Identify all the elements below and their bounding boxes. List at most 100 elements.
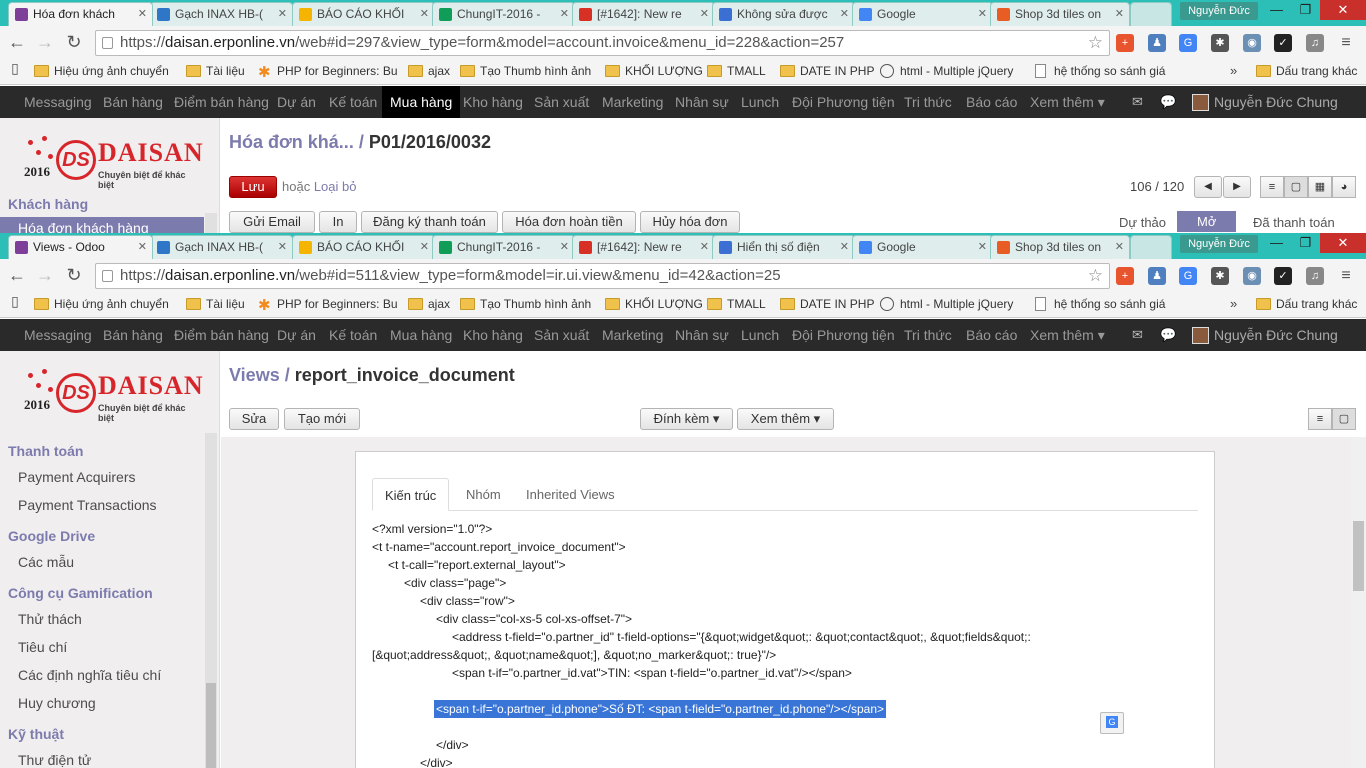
avatar[interactable] [1192,327,1209,344]
sidebar-item[interactable]: Thử thách [18,611,82,627]
action-button-5[interactable]: Hủy hóa đơn [640,211,740,233]
bookmark-item[interactable]: KHỐI LƯỢNG [605,64,703,78]
tab-close-icon[interactable]: ✕ [700,7,709,20]
tab-close-icon[interactable]: ✕ [278,240,287,253]
browser-tab[interactable]: Google ✕ [852,2,993,26]
extension-translate-icon[interactable]: G [1179,34,1197,52]
tab-close-icon[interactable]: ✕ [1115,240,1124,253]
apps-icon[interactable]: ▯ [4,293,26,310]
page-scroll-thumb[interactable] [1353,521,1364,591]
menu-8[interactable]: Sản xuất [526,319,597,351]
sidebar-section[interactable]: Kỹ thuật [8,726,64,742]
reload-icon[interactable]: ↻ [63,265,85,286]
browser-tab[interactable]: BÁO CÁO KHỐI ✕ [292,2,435,26]
browser-tab[interactable]: ChungIT-2016 - ✕ [432,2,575,26]
avatar[interactable] [1192,94,1209,111]
tab-close-icon[interactable]: ✕ [840,240,849,253]
bookmark-item[interactable]: KHỐI LƯỢNG [605,297,703,311]
sidebar-item[interactable]: Thư điện tử [18,752,91,768]
bookmark-item[interactable]: hệ thống so sánh giá [1034,64,1165,78]
menu-5[interactable]: Kế toán [321,86,385,118]
sidebar-section[interactable]: Công cụ Gamification [8,585,153,601]
extension-camera-icon[interactable]: ◉ [1243,267,1261,285]
tab-close-icon[interactable]: ✕ [560,240,569,253]
bookmark-item[interactable]: Hiệu ứng ảnh chuyển [34,64,169,78]
attachment-dropdown[interactable]: Đính kèm ▾ [640,408,733,430]
more-dropdown[interactable]: Xem thêm ▾ [737,408,834,430]
sidebar-item[interactable]: Các định nghĩa tiêu chí [18,667,161,683]
bookmark-item[interactable]: Tạo Thumb hình ảnh [460,64,591,78]
extension-check-icon[interactable]: ✓ [1274,267,1292,285]
bookmark-item[interactable]: ajax [408,297,450,311]
browser-tab[interactable]: Google ✕ [852,235,993,259]
back-icon[interactable]: ← [6,265,28,286]
menu-3[interactable]: Điểm bán hàng [166,86,277,118]
extension-plus-icon[interactable]: + [1116,34,1134,52]
sidebar-item-customer-invoices[interactable]: Hóa đơn khách hàng [0,217,204,233]
menu-7[interactable]: Kho hàng [455,319,531,351]
mail-icon[interactable]: ✉ [1132,327,1143,343]
menu-13[interactable]: Tri thức [896,319,960,351]
tab-2[interactable]: Nhóm [454,478,513,511]
mail-icon[interactable]: ✉ [1132,94,1143,110]
bookmark-other[interactable]: Dấu trang khác [1256,64,1357,78]
extension-person-icon[interactable]: ♟ [1148,267,1166,285]
window-profile-badge[interactable]: Nguyễn Đức [1180,2,1258,20]
bookmark-other[interactable]: Dấu trang khác [1256,297,1357,311]
form-view-icon[interactable]: ▢ [1284,176,1308,198]
stage-3[interactable]: Đã thanh toán [1253,215,1335,230]
sidebar-section-customers[interactable]: Khách hàng [8,196,88,212]
sidebar-item[interactable]: Payment Acquirers [18,469,136,485]
extension-person-icon[interactable]: ♟ [1148,34,1166,52]
graph-view-icon[interactable]: ◕ [1332,176,1356,198]
menu-8[interactable]: Sản xuất [526,86,597,118]
menu-10[interactable]: Nhân sự [667,86,737,118]
extension-translate-icon[interactable]: G [1179,267,1197,285]
breadcrumb-parent-link[interactable]: Views [229,365,280,385]
menu-11[interactable]: Lunch [733,319,787,351]
apps-icon[interactable]: ▯ [4,60,26,77]
extension-camera-icon[interactable]: ◉ [1243,34,1261,52]
bookmark-item[interactable]: DATE IN PHP [780,297,874,311]
menu-4[interactable]: Dự án [269,86,324,118]
browser-tab[interactable]: Shop 3d tiles on ✕ [990,2,1130,26]
forward-icon[interactable]: → [34,32,56,53]
tab-1[interactable]: Kiến trúc [372,478,450,511]
calendar-view-icon[interactable]: ▦ [1308,176,1332,198]
tab-close-icon[interactable]: ✕ [700,240,709,253]
browser-tab[interactable]: BÁO CÁO KHỐI ✕ [292,235,435,259]
new-tab-button[interactable] [1130,2,1172,26]
browser-tab[interactable]: Hiển thị số điện ✕ [712,235,855,259]
bookmark-star-icon[interactable]: ☆ [1088,264,1103,288]
url-input[interactable]: https://daisan.erponline.vn/web#id=297&v… [95,30,1110,56]
menu-9[interactable]: Marketing [594,86,671,118]
close-window-icon[interactable]: ✕ [1320,233,1366,253]
action-button-2[interactable]: In [319,211,357,233]
extension-plus-icon[interactable]: + [1116,267,1134,285]
browser-tab[interactable]: [#1642]: New re ✕ [572,235,715,259]
tab-close-icon[interactable]: ✕ [420,7,429,20]
menu-14[interactable]: Báo cáo [958,319,1025,351]
sidebar-section[interactable]: Google Drive [8,528,95,544]
minimize-icon[interactable]: — [1262,233,1291,253]
menu-13[interactable]: Tri thức [896,86,960,118]
forward-icon[interactable]: → [34,265,56,286]
browser-tab[interactable]: [#1642]: New re ✕ [572,2,715,26]
menu-12[interactable]: Đội Phương tiện [784,319,903,351]
sidebar-item[interactable]: Huy chương [18,695,96,711]
bookmarks-overflow-icon[interactable]: » [1230,296,1237,311]
sidebar-scrollbar[interactable] [205,433,217,768]
menu-1[interactable]: Messaging [16,319,100,351]
minimize-icon[interactable]: — [1262,0,1291,20]
form-view-icon[interactable]: ▢ [1332,408,1356,430]
chat-icon[interactable]: 💬 [1160,94,1176,110]
bookmark-item[interactable]: Hiệu ứng ảnh chuyển [34,297,169,311]
breadcrumb-parent-link[interactable]: Hóa đơn khá... [229,132,354,152]
browser-tab[interactable]: Gạch INAX HB-(✕ [150,2,293,26]
tab-close-icon[interactable]: ✕ [978,7,987,20]
menu-9[interactable]: Marketing [594,319,671,351]
browser-tab[interactable]: Views - Odoo ✕ [8,235,153,259]
translate-popup-icon[interactable]: G [1100,712,1124,734]
tab-close-icon[interactable]: ✕ [560,7,569,20]
bookmark-item[interactable]: ✱ PHP for Beginners: Bu [257,297,398,314]
